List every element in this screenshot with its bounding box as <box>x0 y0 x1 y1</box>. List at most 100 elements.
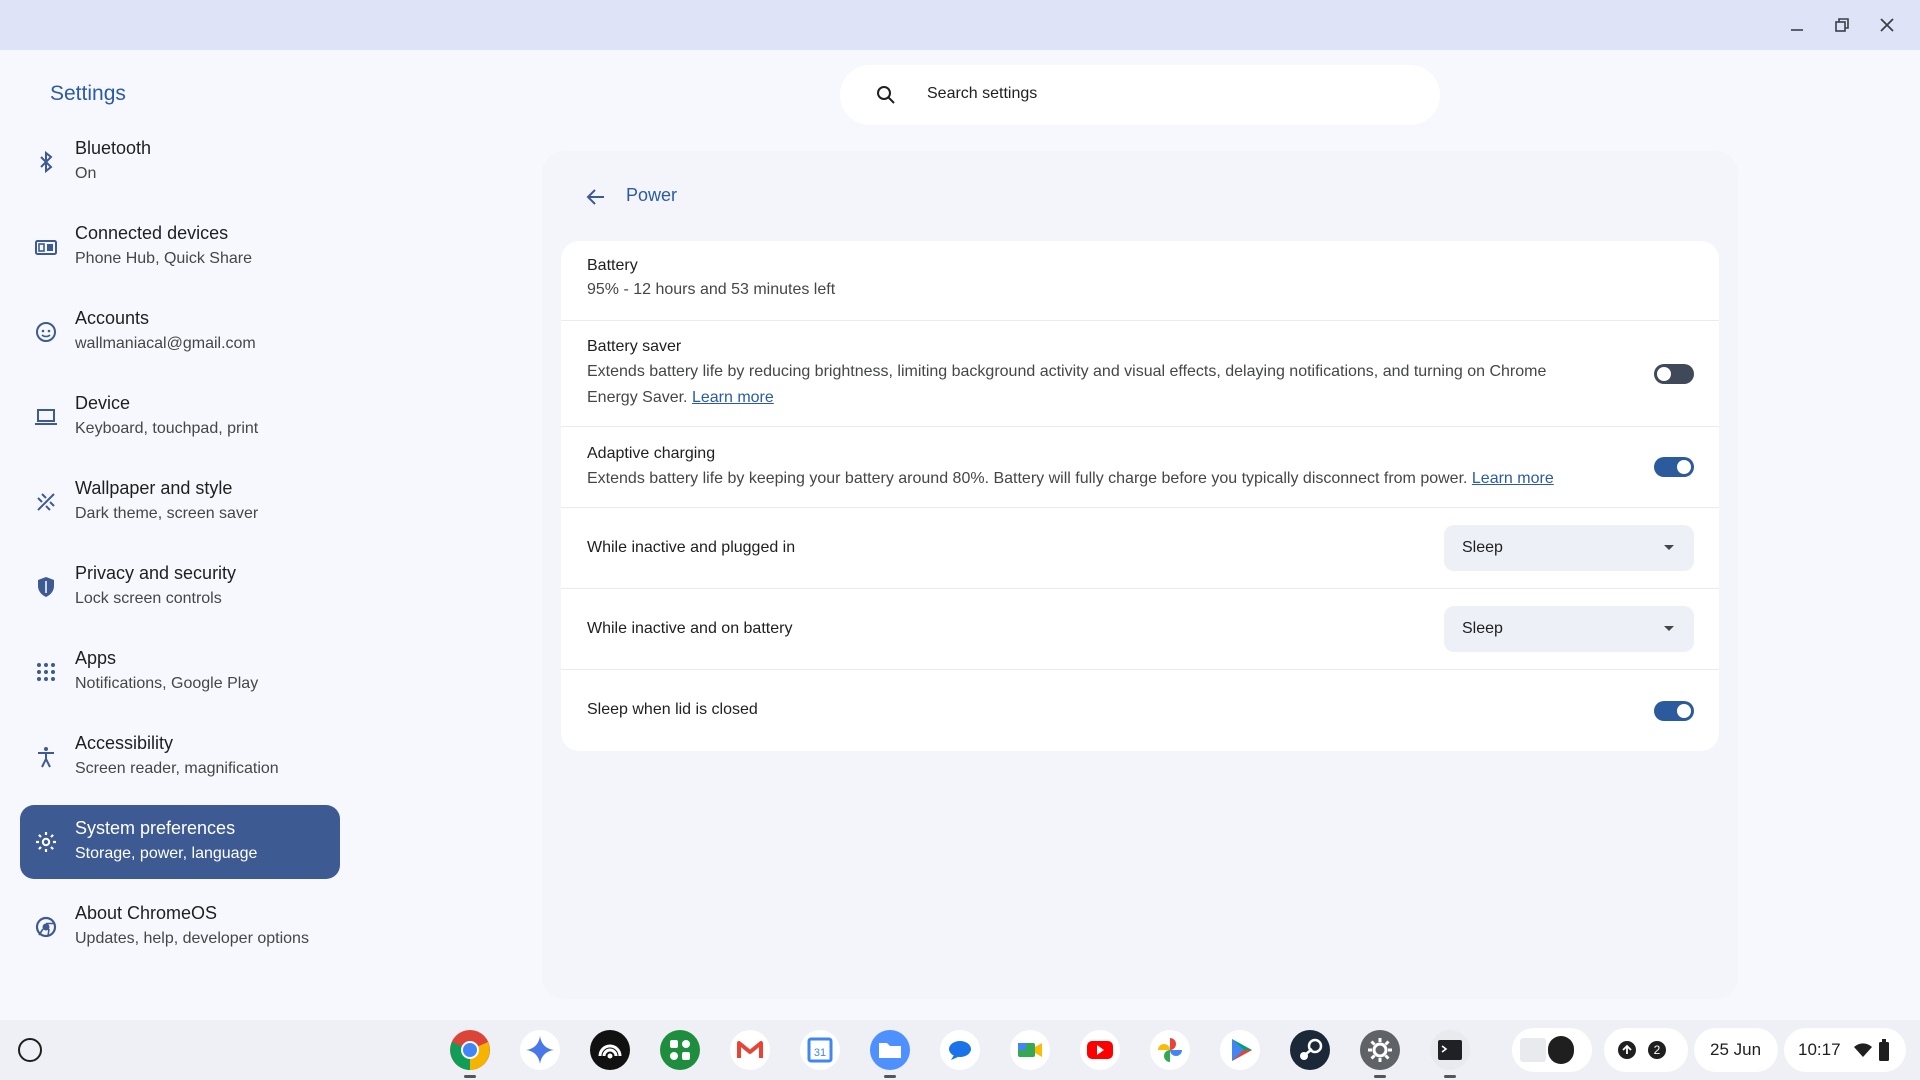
sidebar-item-device[interactable]: Device Keyboard, touchpad, print <box>20 380 340 454</box>
sidebar-item-system-preferences[interactable]: System preferences Storage, power, langu… <box>20 805 340 879</box>
photos-icon <box>1150 1030 1190 1070</box>
sidebar-item-title: About ChromeOS <box>75 903 218 923</box>
accessibility-icon <box>34 745 58 769</box>
calendar-app[interactable]: 31 <box>798 1028 842 1072</box>
sidebar-item-subtitle: Lock screen controls <box>75 590 222 607</box>
podcast-app[interactable] <box>588 1028 632 1072</box>
status-tray[interactable]: 10:17 <box>1784 1028 1906 1072</box>
power-settings-panel: Battery 95% - 12 hours and 53 minutes le… <box>561 241 1719 751</box>
search-input[interactable]: Search settings <box>840 65 1440 125</box>
connected-devices-icon <box>34 235 58 259</box>
files-app[interactable] <box>868 1028 912 1078</box>
search-icon <box>877 86 895 104</box>
sidebar-item-privacy[interactable]: Privacy and security Lock screen control… <box>20 550 340 624</box>
date-text: 25 Jun <box>1710 1040 1762 1059</box>
inactive-plugged-value: Sleep <box>1462 539 1503 556</box>
files-icon <box>870 1030 910 1070</box>
sidebar-item-title: Accounts <box>75 308 150 328</box>
sidebar-item-bluetooth[interactable]: Bluetooth On <box>20 125 340 199</box>
podcast-icon <box>590 1030 630 1070</box>
notification-tray[interactable]: 2 <box>1604 1028 1688 1072</box>
apps-icon <box>660 1030 700 1070</box>
phone-thumbnail <box>1548 1036 1574 1064</box>
sidebar-item-title: Bluetooth <box>75 138 152 158</box>
sidebar-item-subtitle: wallmaniacal@gmail.com <box>75 335 256 352</box>
sidebar-item-title: Device <box>75 393 131 413</box>
battery-saver-row: Battery saver Extends battery life by re… <box>561 321 1719 427</box>
restore-icon <box>1835 18 1849 32</box>
inactive-plugged-title: While inactive and plugged in <box>587 539 796 556</box>
sidebar-item-connected-devices[interactable]: Connected devices Phone Hub, Quick Share <box>20 210 340 284</box>
sidebar-item-subtitle: Updates, help, developer options <box>75 930 309 947</box>
sidebar-item-title: Apps <box>75 648 117 668</box>
steam-app[interactable] <box>1288 1028 1332 1072</box>
battery-title: Battery <box>587 257 638 274</box>
settings-app[interactable] <box>1358 1028 1402 1078</box>
sidebar-item-about[interactable]: About ChromeOS Updates, help, developer … <box>20 890 340 964</box>
sidebar-item-subtitle: Keyboard, touchpad, print <box>75 420 259 437</box>
terminal-app[interactable] <box>1428 1028 1472 1078</box>
paint-icon <box>34 490 58 514</box>
title-bar <box>0 0 1920 50</box>
adaptive-charging-desc: Extends battery life by keeping your bat… <box>587 466 1627 492</box>
sidebar-item-subtitle: On <box>75 165 97 182</box>
inactive-plugged-row: While inactive and plugged in Sleep <box>561 508 1719 589</box>
date-tray[interactable]: 25 Jun <box>1694 1028 1778 1072</box>
gear-icon <box>34 830 58 854</box>
sidebar-item-title: Privacy and security <box>75 563 237 583</box>
caret-down-icon <box>1664 626 1674 631</box>
close-button[interactable] <box>1873 11 1901 39</box>
sidebar-item-accounts[interactable]: Accounts wallmaniacal@gmail.com <box>20 295 340 369</box>
battery-saver-toggle[interactable] <box>1654 364 1694 384</box>
chrome-app[interactable] <box>448 1028 492 1078</box>
apps-grid-icon <box>34 660 58 684</box>
sidebar-item-apps[interactable]: Apps Notifications, Google Play <box>20 635 340 709</box>
inactive-battery-select[interactable]: Sleep <box>1444 606 1694 652</box>
sidebar-item-subtitle: Phone Hub, Quick Share <box>75 250 252 267</box>
holding-space-tray[interactable] <box>1512 1028 1592 1072</box>
battery-saver-learn-more-link[interactable]: Learn more <box>692 389 774 406</box>
battery-icon <box>1879 1039 1889 1061</box>
calendar-icon: 31 <box>800 1030 840 1070</box>
account-icon <box>34 320 58 344</box>
time-text: 10:17 <box>1798 1040 1841 1059</box>
bluetooth-icon <box>34 150 58 174</box>
lid-sleep-toggle[interactable] <box>1654 701 1694 721</box>
chromeos-icon <box>34 915 58 939</box>
battery-row: Battery 95% - 12 hours and 53 minutes le… <box>561 241 1719 321</box>
sidebar-item-accessibility[interactable]: Accessibility Screen reader, magnificati… <box>20 720 340 794</box>
sidebar-item-title: Connected devices <box>75 223 229 243</box>
sidebar-item-subtitle: Storage, power, language <box>75 845 258 862</box>
terminal-icon <box>1430 1030 1470 1070</box>
gemini-icon <box>520 1030 560 1070</box>
meet-app[interactable] <box>1008 1028 1052 1072</box>
sidebar-item-title: Wallpaper and style <box>75 478 233 498</box>
play-store-app[interactable] <box>1218 1028 1262 1072</box>
inactive-plugged-select[interactable]: Sleep <box>1444 525 1694 571</box>
meet-icon <box>1010 1030 1050 1070</box>
power-page: Power Battery 95% - 12 hours and 53 minu… <box>542 151 1738 999</box>
adaptive-charging-learn-more-link[interactable]: Learn more <box>1472 470 1554 487</box>
search-placeholder: Search settings <box>927 85 1038 102</box>
adaptive-charging-toggle[interactable] <box>1654 457 1694 477</box>
caret-down-icon <box>1664 545 1674 550</box>
inactive-battery-title: While inactive and on battery <box>587 620 793 637</box>
sidebar-item-subtitle: Dark theme, screen saver <box>75 505 259 522</box>
gmail-app[interactable] <box>728 1028 772 1072</box>
wifi-icon <box>1854 1043 1872 1057</box>
launcher-button[interactable] <box>18 1038 42 1062</box>
battery-saver-title: Battery saver <box>587 338 682 355</box>
photos-app[interactable] <box>1148 1028 1192 1072</box>
sidebar-item-wallpaper[interactable]: Wallpaper and style Dark theme, screen s… <box>20 465 340 539</box>
restore-button[interactable] <box>1828 11 1856 39</box>
youtube-app[interactable] <box>1078 1028 1122 1072</box>
back-button[interactable] <box>582 183 610 211</box>
minimize-button[interactable] <box>1783 11 1811 39</box>
gemini-app[interactable] <box>518 1028 562 1072</box>
apps-launcher-app[interactable] <box>658 1028 702 1072</box>
messages-icon <box>940 1030 980 1070</box>
messages-app[interactable] <box>938 1028 982 1072</box>
app-title: Settings <box>50 82 126 105</box>
close-icon <box>1880 18 1894 32</box>
page-title: Power <box>626 185 678 205</box>
